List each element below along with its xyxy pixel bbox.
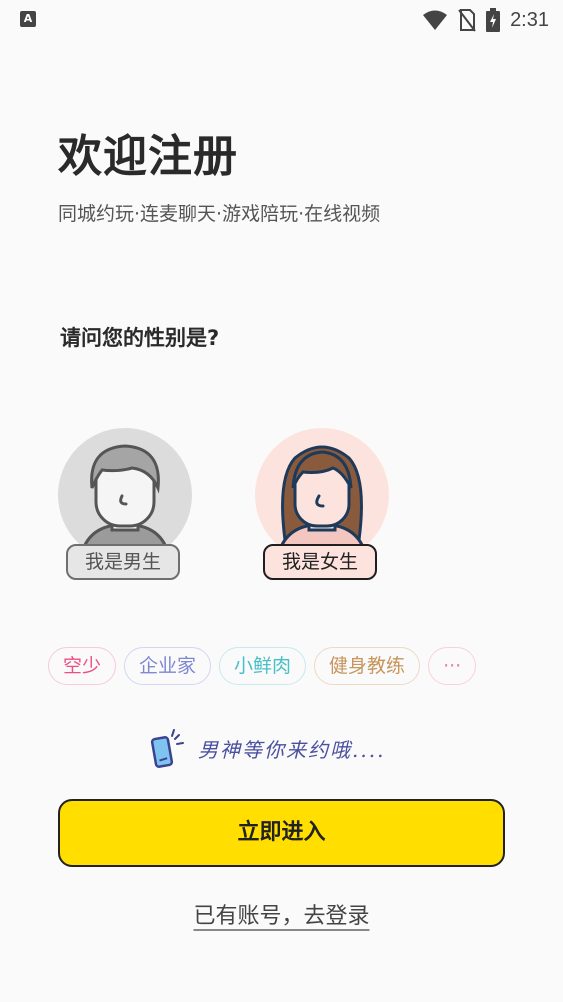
- tag-more[interactable]: ···: [428, 647, 477, 685]
- app-notification-icon: A: [20, 11, 36, 27]
- identity-tags: 空少 企业家 小鲜肉 健身教练 ···: [48, 647, 477, 685]
- status-icons: 2:31: [422, 6, 549, 34]
- slogan: 男神等你来约哦....: [150, 726, 385, 770]
- gender-option-female[interactable]: 我是女生: [253, 427, 391, 587]
- tag-item[interactable]: 企业家: [124, 647, 212, 685]
- gender-option-male[interactable]: 我是男生: [56, 427, 194, 587]
- page-title: 欢迎注册: [58, 131, 238, 182]
- slogan-text: 男神等你来约哦....: [198, 737, 386, 762]
- tag-item[interactable]: 小鲜肉: [219, 647, 307, 685]
- clock: 2:31: [510, 8, 549, 31]
- tag-item[interactable]: 空少: [48, 647, 117, 685]
- female-avatar-icon: [255, 428, 389, 562]
- login-link-container: 已有账号，去登录: [0, 898, 563, 930]
- battery-charging-icon: [486, 8, 501, 32]
- tag-item[interactable]: 健身教练: [314, 647, 421, 685]
- male-avatar-icon: [58, 428, 192, 562]
- login-link[interactable]: 已有账号，去登录: [193, 904, 369, 929]
- no-sim-icon: [458, 9, 476, 32]
- page-subtitle: 同城约玩·连麦聊天·游戏陪玩·在线视频: [58, 203, 381, 225]
- gender-label-male: 我是男生: [66, 544, 180, 580]
- gender-label-female: 我是女生: [263, 544, 377, 580]
- gender-question: 请问您的性别是?: [60, 326, 220, 350]
- phone-icon: [150, 729, 184, 768]
- wifi-icon: [423, 10, 448, 30]
- status-bar: A 2:31: [0, 0, 563, 40]
- enter-button[interactable]: 立即进入: [58, 799, 505, 867]
